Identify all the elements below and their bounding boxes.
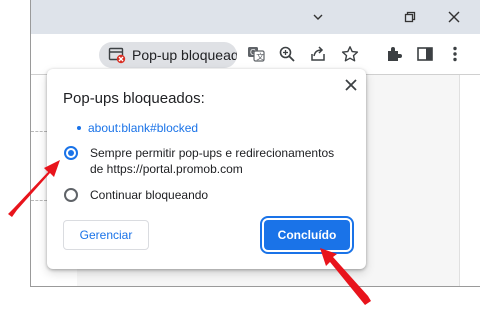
red-arrow-left [8,160,60,217]
red-arrow-bottom [320,248,371,305]
annotation-arrows [8,160,371,305]
